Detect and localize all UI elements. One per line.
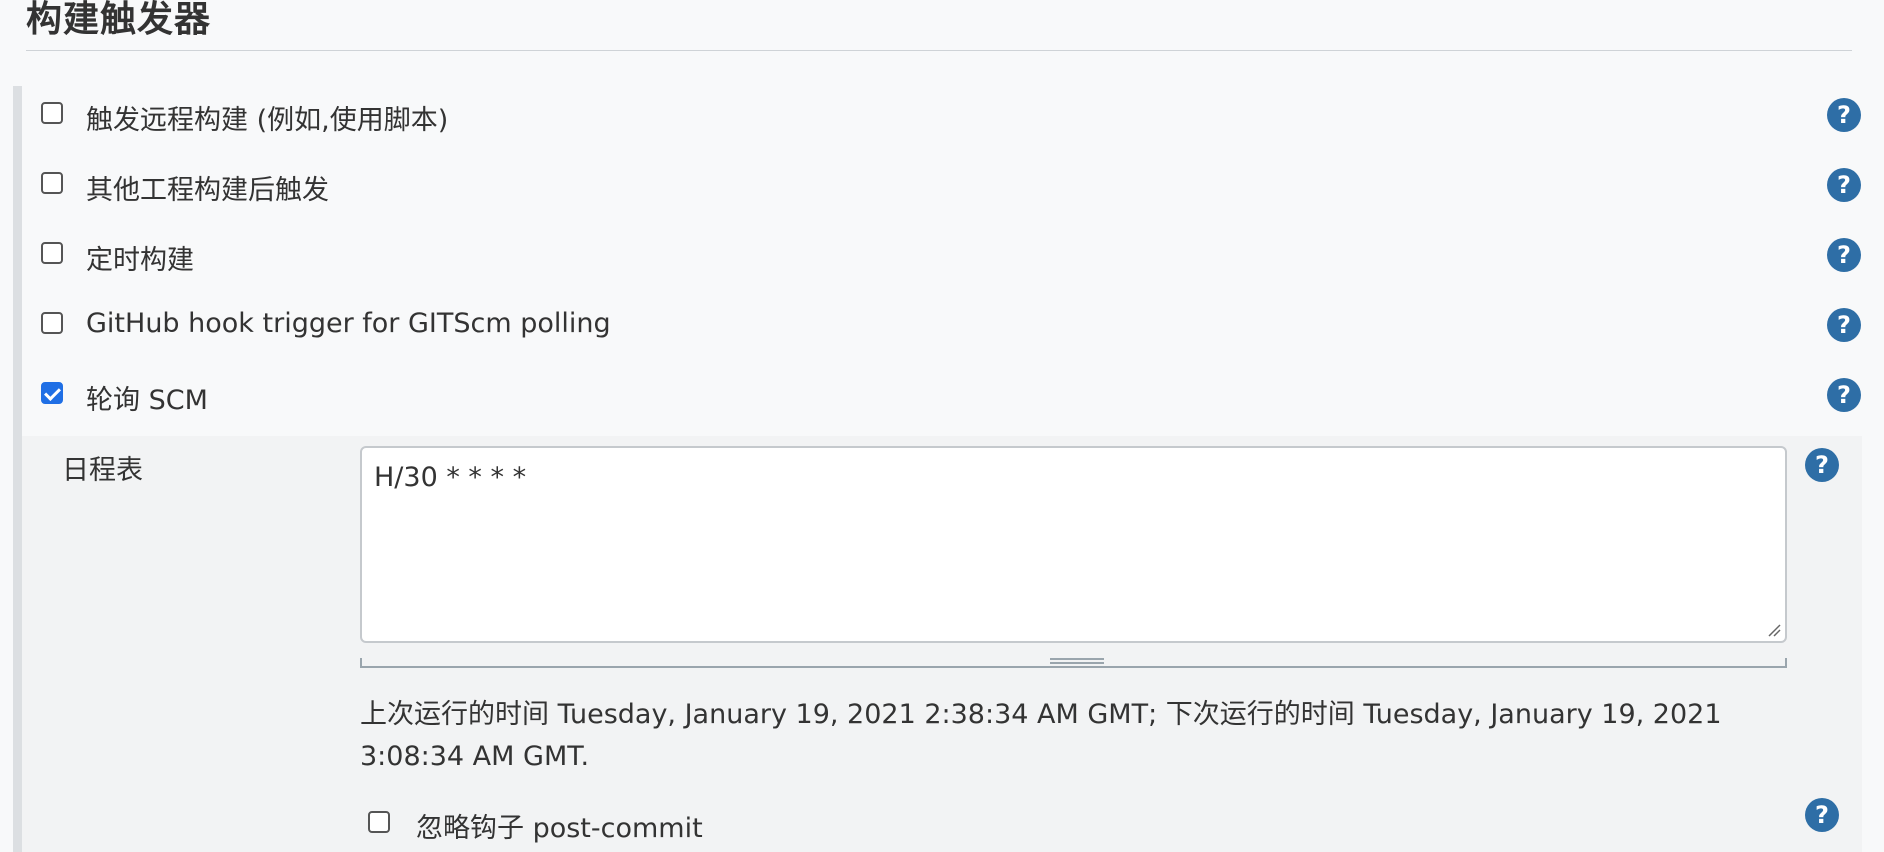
title-divider: [26, 50, 1852, 51]
help-question-icon[interactable]: ?: [1827, 238, 1861, 272]
trigger-remote-checkbox[interactable]: [41, 102, 63, 124]
poll-scm-panel: 日程表 H/30 * * * * ? 上次运行的时间 Tuesday, Janu…: [22, 436, 1862, 852]
trigger-github-hook-label: GitHub hook trigger for GITScm polling: [86, 308, 611, 339]
trigger-github-hook-checkbox[interactable]: [41, 312, 63, 334]
resize-corner-icon[interactable]: [1767, 623, 1781, 637]
help-question-icon[interactable]: ?: [1805, 798, 1839, 832]
ignore-post-commit-label: 忽略钩子 post-commit: [416, 813, 703, 844]
schedule-label: 日程表: [62, 455, 143, 486]
trigger-row-github-hook: GitHub hook trigger for GITScm polling ?: [22, 296, 1862, 366]
trigger-row-poll-scm: 轮询 SCM ?: [22, 366, 1862, 436]
trigger-after-other-label: 其他工程构建后触发: [86, 175, 329, 206]
help-question-icon[interactable]: ?: [1827, 308, 1861, 342]
trigger-row-after-other: 其他工程构建后触发 ?: [22, 156, 1862, 226]
trigger-row-remote: 触发远程构建 (例如,使用脚本) ?: [22, 86, 1862, 156]
ignore-post-commit-checkbox[interactable]: [368, 811, 390, 833]
help-question-icon[interactable]: ?: [1827, 98, 1861, 132]
trigger-after-other-checkbox[interactable]: [41, 172, 63, 194]
trigger-remote-label: 触发远程构建 (例如,使用脚本): [86, 105, 449, 136]
trigger-poll-scm-checkbox[interactable]: [41, 382, 63, 404]
help-question-icon[interactable]: ?: [1827, 168, 1861, 202]
help-question-icon[interactable]: ?: [1805, 448, 1839, 482]
schedule-textarea[interactable]: H/30 * * * *: [360, 446, 1787, 643]
ignore-post-commit-row: 忽略钩子 post-commit: [360, 806, 1860, 846]
trigger-periodic-label: 定时构建: [86, 245, 194, 276]
schedule-value: H/30 * * * *: [374, 462, 527, 493]
section-indent-bar: [13, 86, 22, 852]
build-triggers-page: 构建触发器 触发远程构建 (例如,使用脚本) ? 其他工程构建后触发 ? 定时构…: [0, 0, 1884, 852]
help-question-icon[interactable]: ?: [1827, 378, 1861, 412]
run-info-text: 上次运行的时间 Tuesday, January 19, 2021 2:38:3…: [360, 699, 1722, 772]
trigger-row-periodic: 定时构建 ?: [22, 226, 1862, 296]
trigger-poll-scm-label: 轮询 SCM: [86, 385, 208, 416]
section-title: 构建触发器: [26, 0, 212, 40]
grip-icon: [1050, 658, 1104, 664]
textarea-expand-handle[interactable]: [360, 658, 1787, 668]
trigger-periodic-checkbox[interactable]: [41, 242, 63, 264]
